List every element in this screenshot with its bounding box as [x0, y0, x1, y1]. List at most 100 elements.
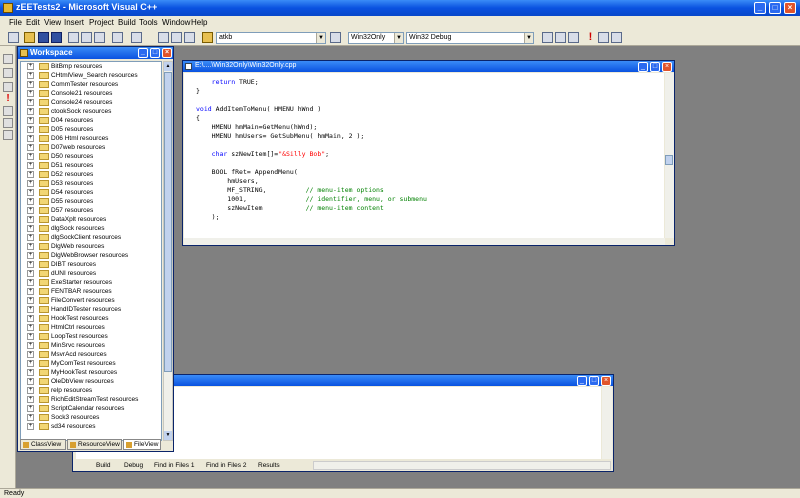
menu-tools[interactable]: Tools — [139, 18, 158, 27]
open-folder-icon[interactable] — [24, 32, 35, 43]
expand-icon[interactable]: + — [27, 144, 34, 151]
expand-icon[interactable]: + — [27, 99, 34, 106]
compile-icon[interactable] — [542, 32, 553, 43]
maximize-button[interactable]: □ — [769, 2, 781, 14]
tree-item[interactable]: + DlgWebBrowser resources — [21, 251, 161, 260]
minimize-button[interactable]: _ — [138, 48, 148, 58]
tree-item[interactable]: + CHtmlView_Search resources — [21, 71, 161, 80]
output-horizontal-scrollbar[interactable] — [313, 461, 611, 470]
tree-item[interactable]: + Console24 resources — [21, 98, 161, 107]
execute-icon[interactable]: ! — [3, 94, 13, 104]
expand-icon[interactable]: + — [27, 369, 34, 376]
maximize-button[interactable]: □ — [650, 62, 660, 72]
tab-find-in-files-2[interactable]: Find in Files 2 — [206, 461, 246, 471]
save-icon[interactable] — [38, 32, 49, 43]
tree-item[interactable]: + HookTest resources — [21, 314, 161, 323]
tab-find-in-files-1[interactable]: Find in Files 1 — [154, 461, 194, 471]
editor-vertical-scrollbar[interactable] — [665, 73, 674, 238]
breakpoint-icon[interactable] — [3, 130, 13, 140]
menu-build[interactable]: Build — [118, 18, 136, 27]
tree-item[interactable]: + D55 resources — [21, 197, 161, 206]
expand-icon[interactable]: + — [27, 234, 34, 241]
tree-item[interactable]: + D07web resources — [21, 143, 161, 152]
expand-icon[interactable]: + — [27, 252, 34, 259]
output-icon[interactable] — [171, 32, 182, 43]
go-icon[interactable] — [598, 32, 609, 43]
expand-icon[interactable]: + — [27, 225, 34, 232]
expand-icon[interactable]: + — [27, 153, 34, 160]
tree-item[interactable]: + dlgSock resources — [21, 224, 161, 233]
find-in-files-icon[interactable] — [202, 32, 213, 43]
tree-item[interactable]: + D54 resources — [21, 188, 161, 197]
tree-item[interactable]: + ExeStarter resources — [21, 278, 161, 287]
workspace-title-bar[interactable]: Workspace _ □ × — [18, 47, 173, 59]
scrollbar-thumb[interactable] — [164, 72, 172, 372]
menu-view[interactable]: View — [44, 18, 61, 27]
breakpoint-icon[interactable] — [611, 32, 622, 43]
expand-icon[interactable]: + — [27, 378, 34, 385]
tree-item[interactable]: + DIBT resources — [21, 260, 161, 269]
scroll-up-icon[interactable]: ▲ — [164, 62, 172, 71]
chevron-down-icon[interactable]: ▼ — [394, 33, 403, 43]
tab-resourceview[interactable]: ResourceView — [67, 439, 122, 450]
tree-item[interactable]: + FileConvert resources — [21, 296, 161, 305]
close-button[interactable]: × — [601, 376, 611, 386]
tree-item[interactable]: + HtmlCtrl resources — [21, 323, 161, 332]
expand-icon[interactable]: + — [27, 207, 34, 214]
tree-item[interactable]: + RichEditStreamTest resources — [21, 395, 161, 404]
tree-item[interactable]: + dlgSockClient resources — [21, 233, 161, 242]
workspace-scrollbar[interactable]: ▲ ▼ — [163, 61, 173, 441]
expand-icon[interactable]: + — [27, 414, 34, 421]
tree-item[interactable]: + OleDbView resources — [21, 377, 161, 386]
expand-icon[interactable]: + — [27, 243, 34, 250]
scrollbar-thumb[interactable] — [665, 155, 673, 165]
minimize-button[interactable]: _ — [754, 2, 766, 14]
menu-help[interactable]: Help — [191, 18, 207, 27]
output-vertical-scrollbar[interactable] — [602, 387, 612, 459]
code-editor[interactable]: return TRUE;} void AddItemToMenu( HMENU h… — [184, 73, 664, 238]
expand-icon[interactable]: + — [27, 315, 34, 322]
expand-icon[interactable]: + — [27, 126, 34, 133]
expand-icon[interactable]: + — [27, 360, 34, 367]
expand-icon[interactable]: + — [27, 405, 34, 412]
tree-item[interactable]: + D53 resources — [21, 179, 161, 188]
tree-item[interactable]: + MyHookTest resources — [21, 368, 161, 377]
step-icon[interactable] — [3, 118, 13, 128]
tree-item[interactable]: + ctookSock resources — [21, 107, 161, 116]
tab-debug[interactable]: Debug — [124, 461, 143, 471]
expand-icon[interactable]: + — [27, 279, 34, 286]
expand-icon[interactable]: + — [27, 171, 34, 178]
tab-fileview[interactable]: FileView — [123, 439, 161, 450]
window-list-icon[interactable] — [184, 32, 195, 43]
expand-icon[interactable]: + — [27, 423, 34, 430]
resource-tree[interactable]: + BitBmp resources + CHtmlView_Search resou… — [20, 61, 162, 441]
tool-icon[interactable] — [3, 82, 13, 92]
menu-project[interactable]: Project — [89, 18, 114, 27]
tree-item[interactable]: + FENTBAR resources — [21, 287, 161, 296]
menu-window[interactable]: Window — [162, 18, 190, 27]
tree-item[interactable]: + HandIDTester resources — [21, 305, 161, 314]
chevron-down-icon[interactable]: ▼ — [316, 33, 325, 43]
expand-icon[interactable]: + — [27, 288, 34, 295]
tree-item[interactable]: + DataXplt resources — [21, 215, 161, 224]
editor-title-bar[interactable]: E:\....\Win32Only\Win32Only.cpp _ □ × — [183, 61, 674, 72]
expand-icon[interactable]: + — [27, 306, 34, 313]
copy-icon[interactable] — [81, 32, 92, 43]
debug-icon[interactable] — [3, 106, 13, 116]
config-combo[interactable]: Win32Only ▼ — [348, 32, 404, 44]
paste-icon[interactable] — [94, 32, 105, 43]
undo-icon[interactable] — [112, 32, 123, 43]
expand-icon[interactable]: + — [27, 63, 34, 70]
tree-item[interactable]: + D04 resources — [21, 116, 161, 125]
tree-item[interactable]: + BitBmp resources — [21, 62, 161, 71]
expand-icon[interactable]: + — [27, 162, 34, 169]
expand-icon[interactable]: + — [27, 189, 34, 196]
tree-item[interactable]: + DlgWeb resources — [21, 242, 161, 251]
wizard-icon[interactable] — [3, 54, 13, 64]
execute-icon[interactable]: ! — [585, 32, 596, 43]
tree-item[interactable]: + dUNI resources — [21, 269, 161, 278]
tree-item[interactable]: + LoopTest resources — [21, 332, 161, 341]
expand-icon[interactable]: + — [27, 117, 34, 124]
find-icon[interactable] — [330, 32, 341, 43]
tree-item[interactable]: + D52 resources — [21, 170, 161, 179]
